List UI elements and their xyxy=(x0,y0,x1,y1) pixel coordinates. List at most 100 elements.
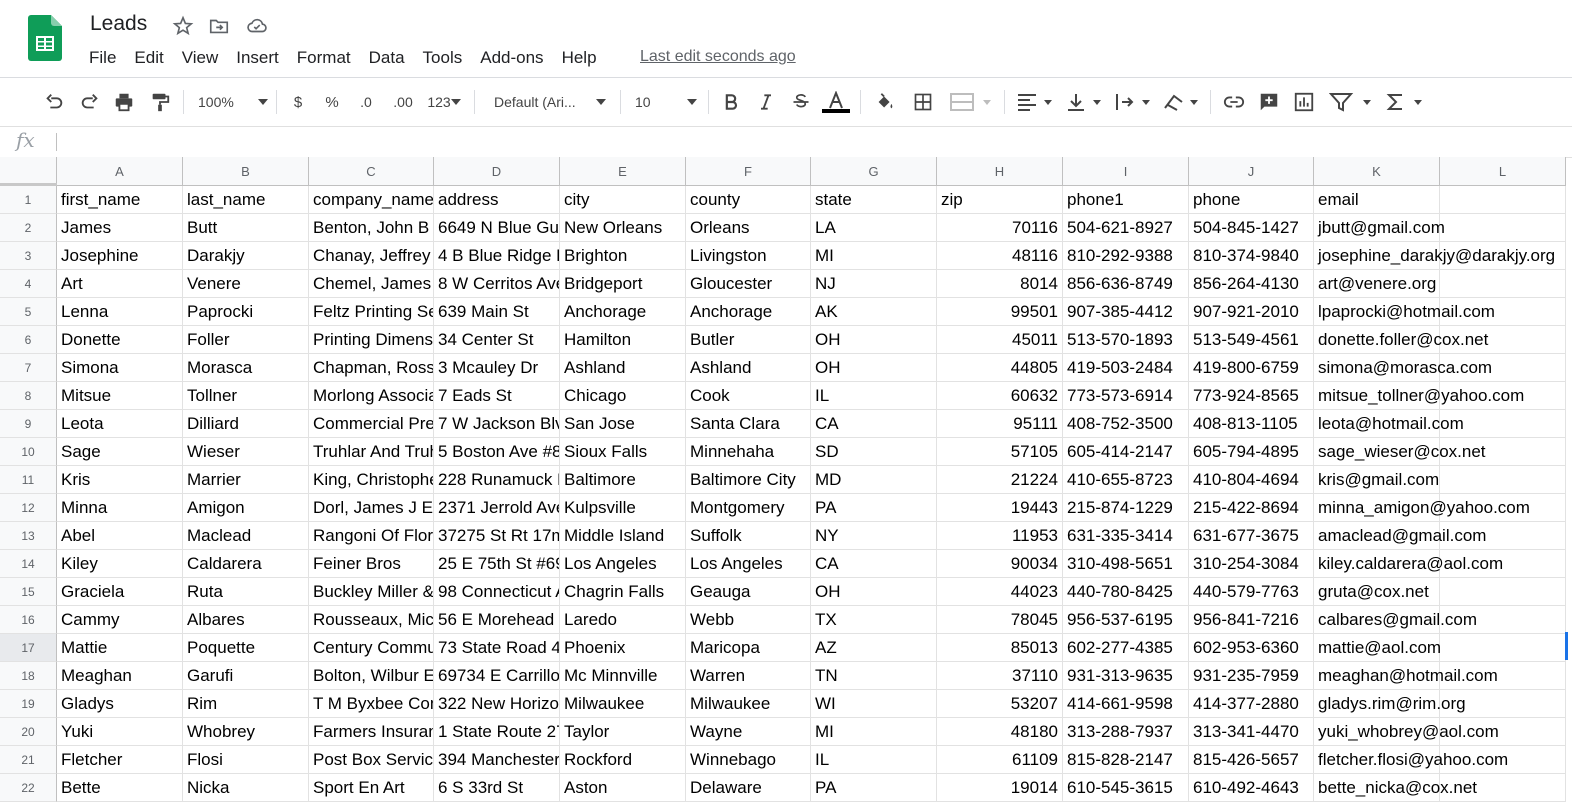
cell-i18[interactable]: 931-313-9635 xyxy=(1063,662,1189,690)
cell-b1[interactable]: last_name xyxy=(183,186,309,214)
format-percent-button[interactable]: % xyxy=(322,90,342,114)
cell-a3[interactable]: Josephine xyxy=(57,242,183,270)
insert-link-icon[interactable] xyxy=(1221,90,1247,114)
cell-c5[interactable]: Feltz Printing Service xyxy=(309,298,434,326)
cell-a14[interactable]: Kiley xyxy=(57,550,183,578)
cell-d1[interactable]: address xyxy=(434,186,560,214)
cell-k15[interactable]: gruta@cox.net xyxy=(1314,578,1440,606)
cell-a19[interactable]: Gladys xyxy=(57,690,183,718)
cell-c8[interactable]: Morlong Associates xyxy=(309,382,434,410)
cell-f19[interactable]: Milwaukee xyxy=(686,690,811,718)
paint-format-icon[interactable] xyxy=(148,90,172,114)
cell-b20[interactable]: Whobrey xyxy=(183,718,309,746)
merge-cells-icon[interactable] xyxy=(947,90,995,114)
cell-c21[interactable]: Post Box Services Plus xyxy=(309,746,434,774)
cell-a8[interactable]: Mitsue xyxy=(57,382,183,410)
cell-l11[interactable] xyxy=(1440,466,1566,494)
cell-k1[interactable]: email xyxy=(1314,186,1440,214)
cell-a4[interactable]: Art xyxy=(57,270,183,298)
cell-j4[interactable]: 856-264-4130 xyxy=(1189,270,1314,298)
row-header[interactable]: 5 xyxy=(0,298,57,326)
insert-comment-icon[interactable] xyxy=(1257,90,1281,114)
cell-a5[interactable]: Lenna xyxy=(57,298,183,326)
text-color-icon[interactable] xyxy=(822,90,850,114)
strikethrough-icon[interactable] xyxy=(790,90,812,114)
cell-j22[interactable]: 610-492-4643 xyxy=(1189,774,1314,802)
cell-j3[interactable]: 810-374-9840 xyxy=(1189,242,1314,270)
cell-j15[interactable]: 440-579-7763 xyxy=(1189,578,1314,606)
cell-c20[interactable]: Farmers Insurance Group xyxy=(309,718,434,746)
cell-b11[interactable]: Marrier xyxy=(183,466,309,494)
cell-k8[interactable]: mitsue_tollner@yahoo.com xyxy=(1314,382,1524,410)
column-header-b[interactable]: B xyxy=(183,157,309,186)
cell-i8[interactable]: 773-573-6914 xyxy=(1063,382,1189,410)
cell-h10[interactable]: 57105 xyxy=(937,438,1063,466)
row-header[interactable]: 12 xyxy=(0,494,57,522)
cell-i10[interactable]: 605-414-2147 xyxy=(1063,438,1189,466)
cell-d3[interactable]: 4 B Blue Ridge Blvd xyxy=(434,242,560,270)
column-header-h[interactable]: H xyxy=(937,157,1063,186)
cell-e15[interactable]: Chagrin Falls xyxy=(560,578,686,606)
menu-file[interactable]: File xyxy=(80,46,125,70)
cell-i3[interactable]: 810-292-9388 xyxy=(1063,242,1189,270)
cell-i7[interactable]: 419-503-2484 xyxy=(1063,354,1189,382)
cell-d12[interactable]: 2371 Jerrold Ave xyxy=(434,494,560,522)
cell-h7[interactable]: 44805 xyxy=(937,354,1063,382)
row-header[interactable]: 11 xyxy=(0,466,57,494)
functions-icon[interactable] xyxy=(1385,90,1425,114)
cell-b18[interactable]: Garufi xyxy=(183,662,309,690)
cell-l2[interactable] xyxy=(1440,214,1566,242)
undo-icon[interactable] xyxy=(42,90,66,114)
cell-c16[interactable]: Rousseaux, Michael Esq xyxy=(309,606,434,634)
cell-h12[interactable]: 19443 xyxy=(937,494,1063,522)
cell-k12[interactable]: minna_amigon@yahoo.com xyxy=(1314,494,1530,522)
cell-g4[interactable]: NJ xyxy=(811,270,937,298)
cell-a9[interactable]: Leota xyxy=(57,410,183,438)
cell-d4[interactable]: 8 W Cerritos Ave #54 xyxy=(434,270,560,298)
cell-g9[interactable]: CA xyxy=(811,410,937,438)
menu-data[interactable]: Data xyxy=(360,46,414,70)
cell-j21[interactable]: 815-426-5657 xyxy=(1189,746,1314,774)
cell-d22[interactable]: 6 S 33rd St xyxy=(434,774,560,802)
document-title[interactable]: Leads xyxy=(90,12,147,36)
cell-g14[interactable]: CA xyxy=(811,550,937,578)
cell-j14[interactable]: 310-254-3084 xyxy=(1189,550,1314,578)
cell-b21[interactable]: Flosi xyxy=(183,746,309,774)
cell-e1[interactable]: city xyxy=(560,186,686,214)
cell-h20[interactable]: 48180 xyxy=(937,718,1063,746)
font-size-select[interactable]: 10 xyxy=(635,90,697,114)
cell-d19[interactable]: 322 New Horizon Blvd xyxy=(434,690,560,718)
cell-b10[interactable]: Wieser xyxy=(183,438,309,466)
cell-b6[interactable]: Foller xyxy=(183,326,309,354)
cell-d11[interactable]: 228 Runamuck Pl #2808 xyxy=(434,466,560,494)
cell-k10[interactable]: sage_wieser@cox.net xyxy=(1314,438,1486,466)
row-header[interactable]: 16 xyxy=(0,606,57,634)
column-header-d[interactable]: D xyxy=(434,157,560,186)
cell-d10[interactable]: 5 Boston Ave #88 xyxy=(434,438,560,466)
cell-h6[interactable]: 45011 xyxy=(937,326,1063,354)
row-header[interactable]: 9 xyxy=(0,410,57,438)
cell-e8[interactable]: Chicago xyxy=(560,382,686,410)
column-header-a[interactable]: A xyxy=(57,157,183,186)
cell-j8[interactable]: 773-924-8565 xyxy=(1189,382,1314,410)
column-header-c[interactable]: C xyxy=(309,157,434,186)
cell-f4[interactable]: Gloucester xyxy=(686,270,811,298)
cell-g11[interactable]: MD xyxy=(811,466,937,494)
cell-k3[interactable]: josephine_darakjy@darakjy.org xyxy=(1314,242,1555,270)
cell-e10[interactable]: Sioux Falls xyxy=(560,438,686,466)
cell-b22[interactable]: Nicka xyxy=(183,774,309,802)
cell-h21[interactable]: 61109 xyxy=(937,746,1063,774)
cell-h19[interactable]: 53207 xyxy=(937,690,1063,718)
redo-icon[interactable] xyxy=(78,90,102,114)
cell-a17[interactable]: Mattie xyxy=(57,634,183,662)
print-icon[interactable] xyxy=(112,90,136,114)
cell-a18[interactable]: Meaghan xyxy=(57,662,183,690)
cell-e7[interactable]: Ashland xyxy=(560,354,686,382)
cell-g22[interactable]: PA xyxy=(811,774,937,802)
cell-j6[interactable]: 513-549-4561 xyxy=(1189,326,1314,354)
cell-g18[interactable]: TN xyxy=(811,662,937,690)
cell-e14[interactable]: Los Angeles xyxy=(560,550,686,578)
cell-i9[interactable]: 408-752-3500 xyxy=(1063,410,1189,438)
row-header[interactable]: 10 xyxy=(0,438,57,466)
cell-h17[interactable]: 85013 xyxy=(937,634,1063,662)
